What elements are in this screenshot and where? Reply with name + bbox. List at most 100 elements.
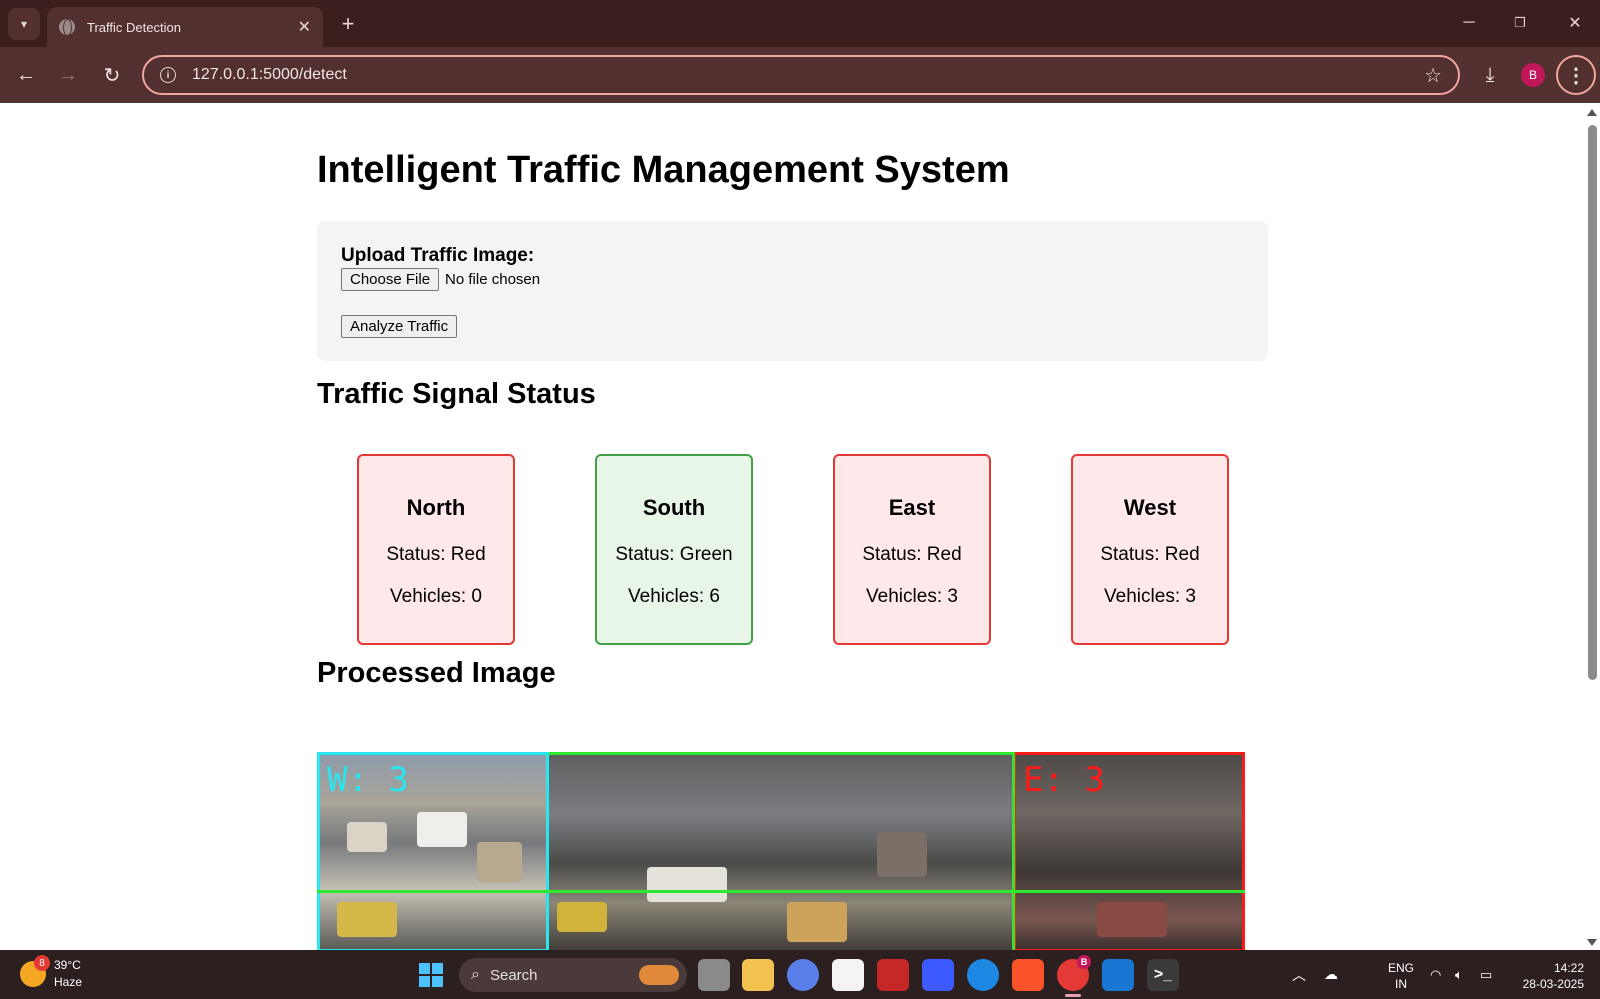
weather-temp: 39°C xyxy=(54,958,81,972)
weather-badge: 8 xyxy=(34,955,50,971)
volume-icon[interactable]: 🔈︎ xyxy=(1455,950,1463,999)
middle-detection-zone xyxy=(549,752,1013,950)
signal-card-north: North Status: Red Vehicles: 0 xyxy=(357,454,515,645)
onedrive-icon[interactable]: ☁ xyxy=(1324,950,1338,999)
page-title: Intelligent Traffic Management System xyxy=(317,149,1010,191)
terminal-icon[interactable]: >_ xyxy=(1147,959,1179,991)
vehicle-shape xyxy=(787,902,847,942)
vehicle-shape xyxy=(877,832,927,877)
close-window-button[interactable]: ✕ xyxy=(1555,8,1595,38)
mcafee-icon[interactable] xyxy=(877,959,909,991)
info-icon[interactable]: i xyxy=(160,67,176,83)
minimize-button[interactable]: ─ xyxy=(1449,8,1489,38)
new-tab-button[interactable]: + xyxy=(334,10,362,38)
scroll-thumb[interactable] xyxy=(1588,125,1597,680)
vscode-icon[interactable] xyxy=(1102,959,1134,991)
weather-condition: Haze xyxy=(54,975,83,989)
vehicle-shape xyxy=(337,902,397,937)
scroll-up-icon[interactable] xyxy=(1587,109,1597,116)
language-code: ENG xyxy=(1388,961,1415,975)
back-arrow-icon[interactable]: ← xyxy=(10,59,42,91)
search-placeholder: Search xyxy=(489,966,538,984)
app-icon[interactable] xyxy=(922,959,954,991)
reload-icon[interactable]: ↻ xyxy=(96,59,128,91)
vehicle-shape xyxy=(1097,902,1167,937)
signal-card-west: West Status: Red Vehicles: 3 xyxy=(1071,454,1229,645)
chevron-down-icon[interactable]: ▾ xyxy=(8,8,40,40)
windows-taskbar: 8 39°C Haze ⌕ Search B >_ ︿ ☁ ENG IN ◠ 🔈… xyxy=(0,950,1600,999)
browser-titlebar: ▾ Traffic Detection ✕ + ─ ❐ ✕ xyxy=(0,0,1600,47)
vehicle-shape xyxy=(647,867,727,902)
weather-widget[interactable]: 8 39°C Haze xyxy=(20,955,83,991)
forward-arrow-icon[interactable]: → xyxy=(52,59,84,91)
url-text[interactable]: 127.0.0.1:5000/detect xyxy=(192,66,1424,84)
vehicle-shape xyxy=(557,902,607,932)
browser-toolbar: ← → ↻ i 127.0.0.1:5000/detect ☆ ⤓ B ⋮ xyxy=(0,47,1600,103)
east-count-label: E: 3 xyxy=(1023,760,1105,800)
chrome-profile-badge: B xyxy=(1077,955,1091,969)
processed-traffic-image: W: 3 E: 3 xyxy=(317,752,1245,950)
chevron-up-icon[interactable]: ︿ xyxy=(1292,950,1306,999)
chrome-icon[interactable]: B xyxy=(1057,955,1091,997)
language-indicator[interactable]: ENG IN xyxy=(1388,960,1414,992)
address-bar[interactable]: i 127.0.0.1:5000/detect ☆ xyxy=(142,55,1460,95)
kebab-menu-icon[interactable]: ⋮ xyxy=(1556,55,1596,95)
signal-direction: West xyxy=(1123,495,1177,520)
windows-start-icon[interactable] xyxy=(419,963,443,987)
microsoft-store-icon[interactable] xyxy=(832,959,864,991)
zone-divider-line xyxy=(317,890,1245,893)
search-highlight-icon xyxy=(639,965,679,985)
signal-direction: South xyxy=(642,495,706,520)
clock-date: 28-03-2025 xyxy=(1522,977,1584,991)
file-explorer-icon[interactable] xyxy=(742,959,774,991)
choose-file-button[interactable]: Choose File xyxy=(341,268,440,291)
signal-status: Status: Red xyxy=(386,544,486,565)
battery-icon[interactable]: ▭ xyxy=(1480,950,1492,999)
page-viewport: Intelligent Traffic Management System Up… xyxy=(0,103,1584,950)
signal-status: Status: Red xyxy=(1100,544,1200,565)
taskbar-search[interactable]: ⌕ Search xyxy=(459,958,687,992)
signal-card-east: East Status: Red Vehicles: 3 xyxy=(833,454,991,645)
weather-sun-icon: 8 xyxy=(20,955,50,987)
scroll-down-icon[interactable] xyxy=(1587,939,1597,946)
profile-avatar[interactable]: B xyxy=(1521,63,1545,87)
region-code: IN xyxy=(1395,977,1407,991)
processed-image-heading: Processed Image xyxy=(317,657,556,689)
brave-icon[interactable] xyxy=(1012,959,1044,991)
upload-panel: Upload Traffic Image: Choose File No fil… xyxy=(317,221,1268,361)
analyze-traffic-button[interactable]: Analyze Traffic xyxy=(341,315,458,338)
vehicle-shape xyxy=(347,822,387,852)
task-view-icon[interactable] xyxy=(698,959,730,991)
copilot-icon[interactable] xyxy=(787,959,819,991)
taskbar-clock[interactable]: 14:22 28-03-2025 xyxy=(1514,960,1584,992)
download-icon[interactable]: ⤓ xyxy=(1474,59,1506,91)
signal-vehicle-count: Vehicles: 0 xyxy=(390,586,482,607)
upload-label: Upload Traffic Image: xyxy=(341,245,535,266)
signal-status-heading: Traffic Signal Status xyxy=(317,378,596,410)
tab-close-icon[interactable]: ✕ xyxy=(298,17,311,37)
browser-tab[interactable]: Traffic Detection ✕ xyxy=(47,7,323,47)
west-count-label: W: 3 xyxy=(327,760,409,800)
signal-direction: North xyxy=(406,495,466,520)
signal-status: Status: Green xyxy=(615,544,733,565)
zone-divider-line xyxy=(1012,752,1015,950)
edge-icon[interactable] xyxy=(967,959,999,991)
file-status-text: No file chosen xyxy=(445,271,541,288)
wifi-icon[interactable]: ◠ xyxy=(1430,950,1441,999)
signal-vehicle-count: Vehicles: 6 xyxy=(628,586,720,607)
tab-title: Traffic Detection xyxy=(87,19,181,35)
signal-vehicle-count: Vehicles: 3 xyxy=(1104,586,1196,607)
star-icon[interactable]: ☆ xyxy=(1424,63,1442,88)
signal-status: Status: Red xyxy=(862,544,962,565)
restore-button[interactable]: ❐ xyxy=(1500,8,1540,38)
vehicle-shape xyxy=(417,812,467,847)
search-icon: ⌕ xyxy=(471,966,480,983)
signal-direction: East xyxy=(888,495,936,520)
vehicle-shape xyxy=(477,842,522,882)
signal-vehicle-count: Vehicles: 3 xyxy=(866,586,958,607)
file-input[interactable]: Choose File No file chosen xyxy=(341,268,540,291)
globe-icon xyxy=(59,19,75,36)
signal-card-south: South Status: Green Vehicles: 6 xyxy=(595,454,753,645)
vertical-scrollbar[interactable] xyxy=(1584,103,1600,950)
clock-time: 14:22 xyxy=(1553,961,1584,975)
